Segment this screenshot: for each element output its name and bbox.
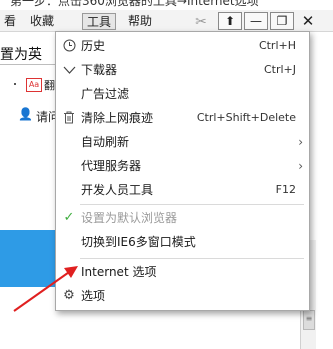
- menu-item-set-default: ✓ 设置为默认浏览器: [56, 206, 309, 230]
- shortcut-text: Ctrl+Shift+Delete: [196, 111, 296, 124]
- menu-item-clear-traces[interactable]: 清除上网痕迹 Ctrl+Shift+Delete: [56, 106, 309, 130]
- menu-item-label: 开发人员工具: [81, 183, 154, 197]
- skin-icon[interactable]: ✂: [191, 12, 211, 31]
- tools-dropdown-menu: 历史 Ctrl+H 下载器 Ctrl+J 广告过滤 清除上网痕迹 Ctrl+Sh…: [55, 31, 310, 311]
- menu-item-label: 代理服务器: [81, 159, 142, 173]
- menu-item-label: 选项: [81, 289, 106, 303]
- user-icon: 👤: [18, 107, 33, 121]
- download-icon: [61, 58, 77, 85]
- trash-icon: [61, 106, 77, 133]
- pin-icon[interactable]: ⬆: [218, 12, 242, 30]
- browser-menubar: 看 收藏 工具 帮助 ✂ ⬆ — ❐ ✕: [0, 10, 333, 32]
- translate-label: 翻: [44, 79, 55, 92]
- menu-favorites[interactable]: 收藏: [26, 13, 58, 30]
- menu-item-proxy[interactable]: 代理服务器 ›: [56, 154, 309, 178]
- menu-separator: [80, 258, 304, 259]
- menu-item-label: 自动刷新: [81, 135, 130, 149]
- gear-icon: ⚙: [63, 288, 75, 303]
- menu-item-label: Internet 选项: [81, 265, 157, 279]
- menu-item-downloads[interactable]: 下载器 Ctrl+J: [56, 58, 309, 82]
- check-icon: ✓: [63, 210, 75, 225]
- minimize-button[interactable]: —: [244, 12, 268, 30]
- menu-item-label: 下载器: [81, 63, 118, 77]
- instruction-caption: 第一步：点击360浏览器的工具→Internet选项: [10, 0, 259, 8]
- history-icon: [61, 34, 77, 61]
- menu-item-internet-options[interactable]: Internet 选项: [56, 260, 309, 284]
- shortcut-text: Ctrl+H: [258, 39, 296, 52]
- menu-help[interactable]: 帮助: [124, 13, 156, 30]
- menu-separator: [80, 204, 304, 205]
- menu-item-ad-filter[interactable]: 广告过滤: [56, 82, 309, 106]
- menu-item-label: 切换到IE6多窗口模式: [81, 235, 196, 249]
- menu-item-label: 清除上网痕迹: [81, 111, 154, 125]
- chevron-right-icon: ›: [298, 135, 303, 149]
- menu-item-history[interactable]: 历史 Ctrl+H: [56, 34, 309, 58]
- shortcut-text: F12: [275, 183, 296, 196]
- translate-icon[interactable]: Aa: [26, 78, 42, 92]
- divider: [0, 64, 55, 65]
- menu-item-label: 历史: [81, 39, 106, 53]
- menu-item-ie6-mode[interactable]: 切换到IE6多窗口模式: [56, 230, 309, 254]
- page-banner: [0, 230, 60, 287]
- page-heading-fragment: 置为英: [0, 47, 42, 63]
- menu-view[interactable]: 看: [0, 13, 20, 30]
- menu-tools[interactable]: 工具: [82, 13, 117, 30]
- restore-button[interactable]: ❐: [270, 12, 294, 30]
- menu-item-auto-refresh[interactable]: 自动刷新 ›: [56, 130, 309, 154]
- menu-item-label: 广告过滤: [81, 87, 130, 101]
- close-button[interactable]: ✕: [296, 12, 320, 30]
- menu-item-options[interactable]: ⚙ 选项: [56, 284, 309, 308]
- shortcut-text: Ctrl+J: [263, 63, 296, 76]
- menu-item-dev-tools[interactable]: 开发人员工具 F12: [56, 178, 309, 202]
- bullet-dot: [14, 83, 16, 85]
- chevron-right-icon: ›: [298, 159, 303, 173]
- scrollbar-thumb[interactable]: ≡: [303, 310, 315, 330]
- menu-item-label: 设置为默认浏览器: [81, 211, 178, 225]
